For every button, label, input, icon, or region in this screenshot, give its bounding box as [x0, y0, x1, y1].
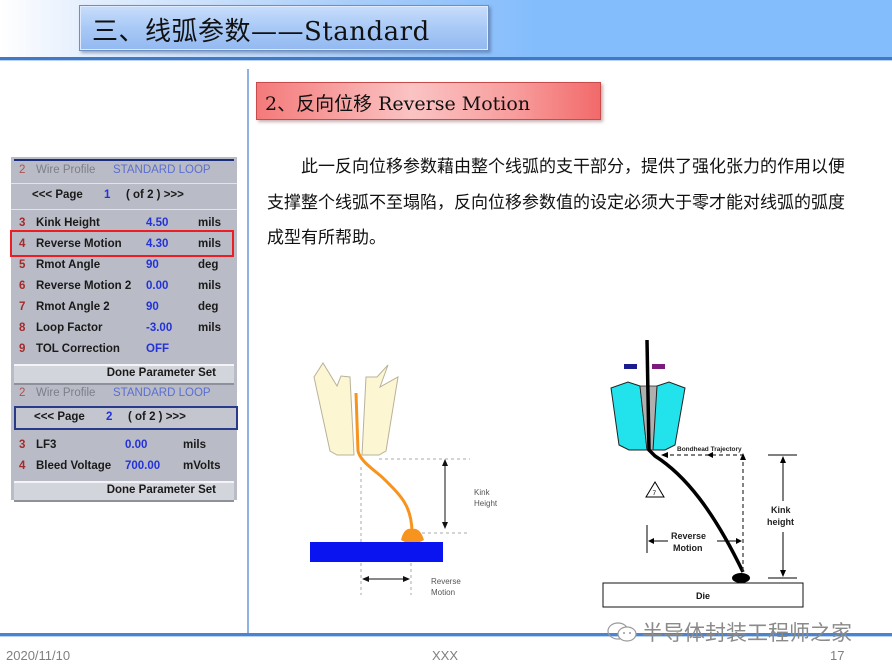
param-number: 8	[19, 322, 26, 334]
param-label: Wire Profile	[36, 164, 96, 176]
param-number: 6	[19, 280, 26, 292]
param-value[interactable]: 700.00	[125, 460, 160, 472]
param-label: TOL Correction	[36, 343, 120, 355]
section-subtitle: 2、反向位移 Reverse Motion	[265, 93, 531, 115]
height-label: height	[767, 517, 794, 527]
pager-page-2[interactable]: <<< Page 2 ( of 2 ) >>>	[14, 406, 238, 430]
separator	[11, 183, 237, 184]
param-label: Rmot Angle 2	[36, 301, 110, 313]
param-number: 9	[19, 343, 26, 355]
param-number: 4	[19, 460, 26, 472]
param-label: Wire Profile	[36, 387, 96, 399]
warning-glyph: 7	[653, 490, 657, 497]
description-text: 此一反向位移参数藉由整个线弧的支干部分，提供了强化张力的作用以便支撑整个线弧不至…	[267, 157, 845, 248]
done-parameter-set-button[interactable]: Done Parameter Set	[14, 481, 234, 502]
param-label: LF3	[36, 439, 57, 451]
param-unit: deg	[198, 259, 219, 271]
param-number: 3	[19, 217, 26, 229]
pager-prev[interactable]: <<< Page	[32, 189, 83, 201]
ball-bond	[732, 573, 750, 583]
param-row[interactable]: 4 Bleed Voltage 700.00 mVolts	[11, 457, 237, 477]
done-button-label: Done Parameter Set	[106, 367, 216, 379]
die-pad	[310, 542, 443, 562]
param-row[interactable]: 9 TOL Correction OFF	[11, 340, 237, 360]
die-label: Die	[696, 591, 710, 601]
subtitle-box: 2、反向位移 Reverse Motion	[256, 82, 601, 120]
param-value[interactable]: 4.50	[146, 217, 168, 229]
column-divider	[247, 69, 249, 634]
param-label: Kink Height	[36, 217, 100, 229]
pager-next[interactable]: ( of 2 ) >>>	[126, 189, 184, 201]
title-box: 三、线弧参数——Standard	[79, 5, 489, 51]
pager-next[interactable]: ( of 2 ) >>>	[128, 411, 186, 423]
param-unit: deg	[198, 301, 219, 313]
parameter-panel: 2 Wire Profile STANDARD LOOP <<< Page 1 …	[11, 157, 238, 502]
param-number: 7	[19, 301, 26, 313]
reverse-label: Reverse	[431, 577, 461, 586]
param-label: Reverse Motion 2	[36, 280, 132, 292]
param-label: Bleed Voltage	[36, 460, 112, 472]
done-parameter-set-button[interactable]: Done Parameter Set	[14, 364, 234, 385]
param-value: STANDARD LOOP	[113, 164, 211, 176]
capillary-left	[313, 362, 355, 456]
param-number: 3	[19, 439, 26, 451]
param-unit: mVolts	[183, 460, 221, 472]
param-number: 2	[19, 164, 26, 176]
param-unit: mils	[198, 217, 222, 229]
motion-label: Motion	[431, 588, 455, 597]
param-number: 5	[19, 259, 26, 271]
header-divider-light	[0, 60, 892, 61]
param-value: STANDARD LOOP	[113, 387, 211, 399]
capillary-right	[361, 364, 399, 456]
pager-prev[interactable]: <<< Page	[34, 411, 85, 423]
kink-height-diagram: Kink Height Reverse Motion	[310, 362, 498, 597]
param-row[interactable]: 7 Rmot Angle 2 90 deg	[11, 298, 237, 318]
param-label: Loop Factor	[36, 322, 103, 334]
param-unit: mils	[198, 322, 222, 334]
param-unit: mils	[198, 280, 222, 292]
pager-page-1[interactable]: <<< Page 1 ( of 2 ) >>>	[14, 185, 234, 207]
diagram-right: Bondhead Trajectory 7 Reverse Motion Kin…	[595, 339, 810, 615]
trajectory-label: Bondhead Trajectory	[677, 446, 742, 453]
marker-purple	[652, 364, 665, 369]
reverse-label: Reverse	[671, 531, 706, 541]
footer-center: XXX	[432, 648, 459, 663]
watermark: 半导体封装工程师之家	[606, 617, 852, 648]
param-value[interactable]: 90	[146, 259, 159, 271]
footer-page-number: 17	[830, 648, 845, 663]
motion-label: Motion	[673, 543, 703, 553]
wechat-icon	[606, 621, 638, 648]
kink-label: Kink	[474, 488, 491, 497]
description-paragraph: 此一反向位移参数藉由整个线弧的支干部分，提供了强化张力的作用以便支撑整个线弧不至…	[267, 150, 859, 257]
bondhead-trajectory-diagram: Bondhead Trajectory 7 Reverse Motion Kin…	[602, 339, 804, 608]
page-title: 三、线弧参数——Standard	[92, 17, 430, 47]
footer-date: 2020/11/10	[6, 648, 71, 663]
param-value[interactable]: -3.00	[146, 322, 172, 334]
param-row[interactable]: 6 Reverse Motion 2 0.00 mils	[11, 277, 237, 297]
param-unit: mils	[183, 439, 207, 451]
height-label: Height	[474, 499, 498, 508]
param-value[interactable]: 0.00	[125, 439, 147, 451]
pager-page-number: 1	[104, 189, 111, 201]
reverse-motion-highlight	[10, 230, 234, 257]
param-number: 2	[19, 387, 26, 399]
param-value[interactable]: 90	[146, 301, 159, 313]
param-value[interactable]: 0.00	[146, 280, 168, 292]
wire-profile-row[interactable]: 2 Wire Profile STANDARD LOOP	[11, 384, 237, 404]
kink-label: Kink	[771, 505, 791, 515]
param-row[interactable]: 8 Loop Factor -3.00 mils	[11, 319, 237, 339]
wire-profile-row[interactable]: 2 Wire Profile STANDARD LOOP	[11, 161, 237, 181]
diagram-left: Kink Height Reverse Motion	[300, 355, 500, 610]
marker-blue	[624, 364, 637, 369]
pager-page-number: 2	[106, 411, 113, 423]
watermark-text: 半导体封装工程师之家	[642, 621, 852, 645]
param-label: Rmot Angle	[36, 259, 101, 271]
separator	[11, 209, 237, 210]
capillary-right	[652, 381, 686, 451]
param-row[interactable]: 3 LF3 0.00 mils	[11, 436, 237, 456]
param-value[interactable]: OFF	[146, 343, 169, 355]
done-button-label: Done Parameter Set	[106, 484, 216, 496]
param-row[interactable]: 5 Rmot Angle 90 deg	[11, 256, 237, 276]
ball-bond	[401, 528, 424, 544]
